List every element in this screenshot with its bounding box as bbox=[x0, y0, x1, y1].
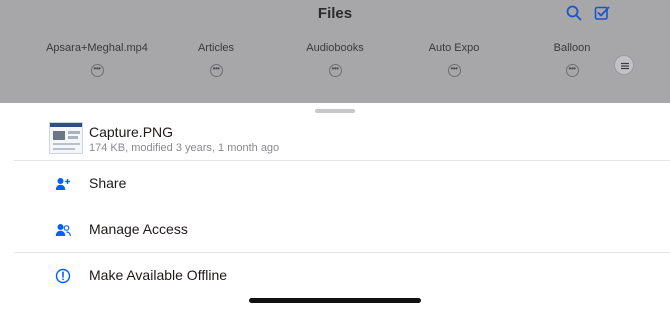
list-icon bbox=[621, 62, 629, 70]
folder-item[interactable]: Auto Expo ••• bbox=[394, 42, 514, 77]
people-icon bbox=[55, 222, 71, 238]
search-icon[interactable] bbox=[566, 5, 582, 21]
manage-access-action[interactable]: Manage Access bbox=[0, 207, 670, 253]
select-checkbox-icon[interactable] bbox=[594, 5, 610, 21]
file-thumbnail bbox=[49, 122, 83, 154]
file-metadata: 174 KB, modified 3 years, 1 month ago bbox=[89, 142, 280, 154]
share-label: Share bbox=[89, 175, 127, 191]
make-available-offline-action[interactable]: Make Available Offline bbox=[0, 253, 670, 299]
add-person-icon bbox=[55, 176, 71, 192]
share-action[interactable]: Share bbox=[0, 161, 670, 207]
action-sheet: Capture.PNG 174 KB, modified 3 years, 1 … bbox=[0, 103, 670, 309]
folder-item[interactable]: Balloon ••• bbox=[512, 42, 632, 77]
sheet-grabber-handle[interactable] bbox=[315, 109, 355, 113]
make-available-offline-label: Make Available Offline bbox=[89, 267, 228, 283]
folder-row: Apsara+Meghal.mp4 ••• Articles ••• Audio… bbox=[0, 42, 670, 82]
offline-icon bbox=[55, 268, 71, 284]
folder-item[interactable]: Articles ••• bbox=[156, 42, 276, 77]
more-options-icon[interactable]: ••• bbox=[565, 64, 579, 77]
more-options-icon[interactable]: ••• bbox=[209, 64, 223, 77]
more-options-icon[interactable]: ••• bbox=[447, 64, 461, 77]
folder-name: Apsara+Meghal.mp4 bbox=[46, 42, 148, 54]
more-options-icon[interactable]: ••• bbox=[90, 64, 104, 77]
folder-name: Balloon bbox=[553, 42, 591, 54]
folder-item[interactable]: Apsara+Meghal.mp4 ••• bbox=[37, 42, 157, 77]
file-header: Capture.PNG 174 KB, modified 3 years, 1 … bbox=[49, 121, 649, 155]
folder-name: Articles bbox=[197, 42, 235, 54]
list-view-button[interactable] bbox=[614, 55, 634, 75]
folder-name: Audiobooks bbox=[306, 42, 364, 54]
file-name: Capture.PNG bbox=[89, 124, 174, 140]
background-files-screen: Files Apsara+Meghal.mp4 ••• Articles •••… bbox=[0, 0, 670, 103]
more-options-icon[interactable]: ••• bbox=[328, 64, 342, 77]
folder-name: Auto Expo bbox=[428, 42, 480, 54]
folder-item[interactable]: Audiobooks ••• bbox=[275, 42, 395, 77]
home-indicator[interactable] bbox=[249, 298, 421, 303]
manage-access-label: Manage Access bbox=[89, 221, 188, 237]
